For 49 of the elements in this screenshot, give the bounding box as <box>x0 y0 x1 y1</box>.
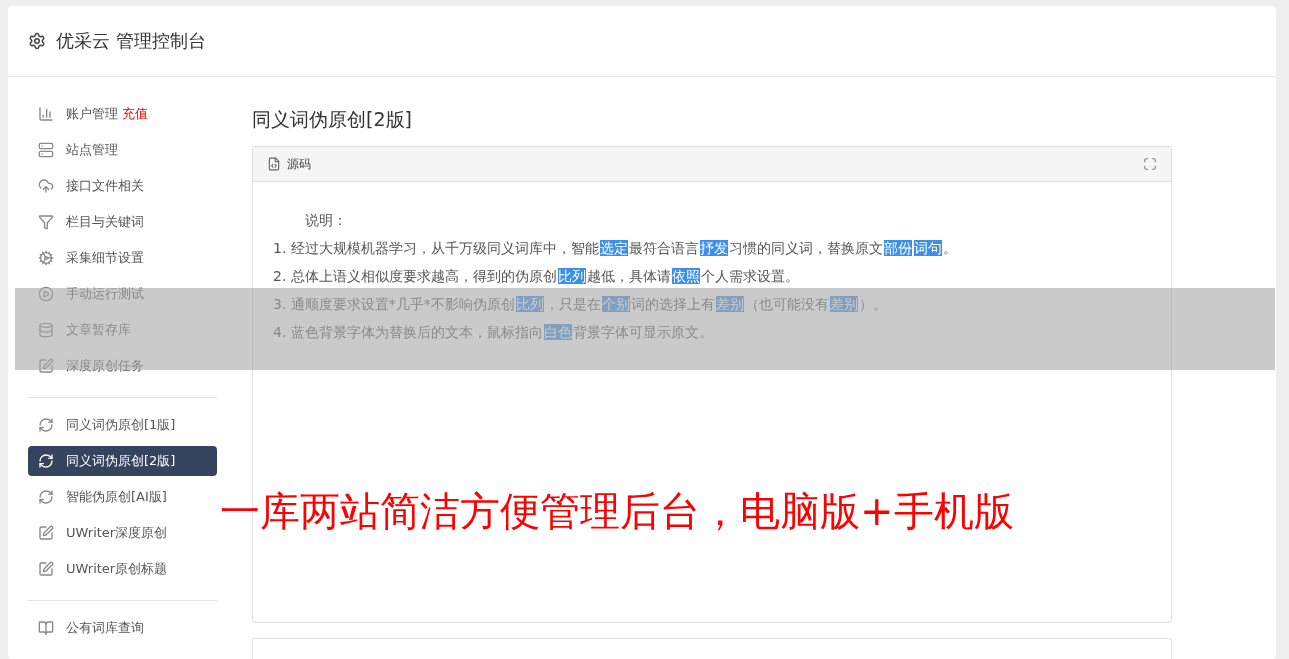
database-icon <box>38 322 54 338</box>
sidebar-item[interactable]: 公有词库查询 <box>28 613 217 643</box>
refresh-icon <box>38 417 54 433</box>
sidebar-item[interactable]: 同义词伪原创[2版] <box>28 446 217 476</box>
chart-icon <box>38 106 54 122</box>
sidebar-label: 同义词伪原创[1版] <box>66 416 176 434</box>
sidebar-label: 账户管理 <box>66 105 118 123</box>
page-title: 同义词伪原创[2版] <box>252 107 413 132</box>
edit-icon <box>38 358 54 374</box>
sidebar-item[interactable]: UWriter深度原创 <box>28 518 217 548</box>
sidebar-item[interactable]: 栏目与关键词 <box>28 207 217 237</box>
description-line: 1. 经过大规模机器学习，从千万级同义词库中，智能选定最符合语言抒发习惯的同义词，替换原文部份词句。 <box>273 239 958 258</box>
promo-caption: 一库两站简洁方便管理后台，电脑版+手机版 <box>220 487 1014 536</box>
sidebar-label: 手动运行测试 <box>66 285 144 303</box>
sidebar-item[interactable]: 同义词伪原创[1版] <box>28 410 217 440</box>
console-title: 优采云 管理控制台 <box>56 29 206 53</box>
play-icon <box>38 286 54 302</box>
fullscreen-icon[interactable] <box>1143 157 1157 171</box>
settings-icon <box>28 32 46 50</box>
description-line: 2. 总体上语义相似度要求越高，得到的伪原创 比列越低，具体请依照个人需求设置。 <box>273 267 800 286</box>
book-icon <box>38 620 54 636</box>
sidebar-label: 同义词伪原创[2版] <box>66 452 176 470</box>
code-file-icon <box>267 157 281 171</box>
sidebar-label: 智能伪原创[AI版] <box>66 488 167 506</box>
sidebar-label: 文章暂存库 <box>66 321 131 339</box>
sidebar-item[interactable]: UWriter原创标题 <box>28 554 217 584</box>
sidebar-item[interactable]: 智能伪原创[AI版] <box>28 482 217 512</box>
sidebar-label: 深度原创任务 <box>66 357 144 375</box>
sidebar-item[interactable]: 账户管理 充值 <box>28 99 217 129</box>
sidebar-item[interactable]: 站点管理 <box>28 135 217 165</box>
refresh-icon <box>38 453 54 469</box>
edit-icon <box>38 525 54 541</box>
server-icon <box>38 142 54 158</box>
sidebar-item[interactable]: 接口文件相关 <box>28 171 217 201</box>
sidebar-label: 采集细节设置 <box>66 249 144 267</box>
description-line: 4. 蓝色背景字体为替换后的文本，鼠标指向 白色背景字体可显示原文。 <box>273 323 714 342</box>
sidebar-label: 栏目与关键词 <box>66 213 144 231</box>
sidebar-label: 站点管理 <box>66 141 118 159</box>
edit-icon <box>38 561 54 577</box>
sidebar-item[interactable]: 采集细节设置 <box>28 243 217 273</box>
sidebar-label: 公有词库查询 <box>66 619 144 637</box>
sidebar-label: UWriter深度原创 <box>66 524 168 542</box>
sidebar-label: UWriter原创标题 <box>66 560 168 578</box>
recharge-link[interactable]: 充值 <box>122 105 148 123</box>
refresh-icon <box>38 489 54 505</box>
cloud-upload-icon <box>38 178 54 194</box>
filter-icon <box>38 214 54 230</box>
sidebar-label: 接口文件相关 <box>66 177 144 195</box>
description-heading: 说明： <box>304 211 348 230</box>
